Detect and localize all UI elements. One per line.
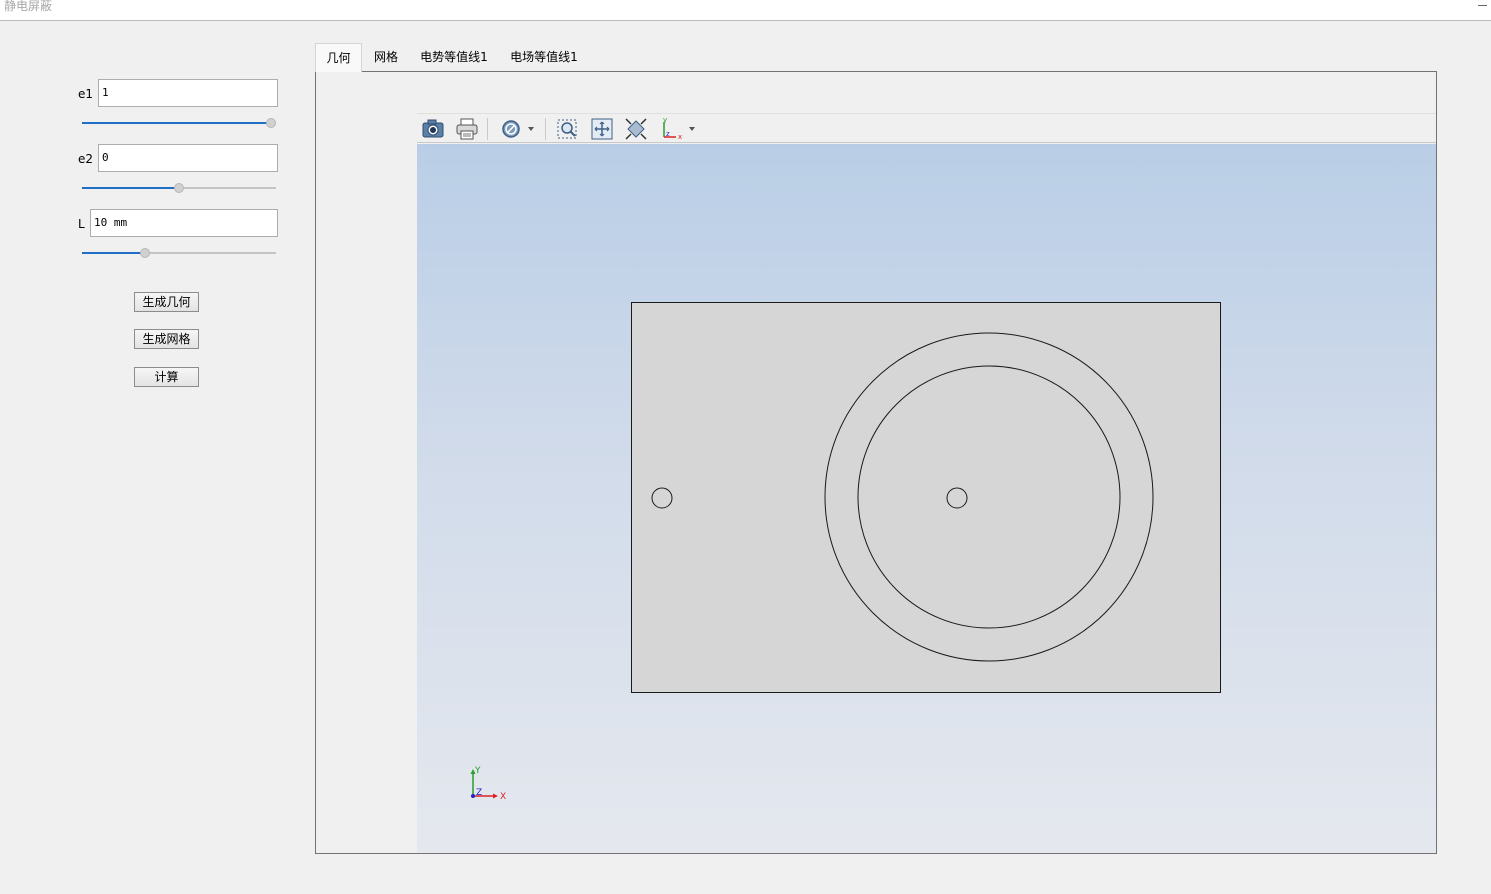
axis-y-label: Y [474,766,481,776]
no-entry-icon[interactable] [497,116,537,142]
view-fit-icon[interactable] [622,116,650,142]
window-title: 静电屏蔽 [4,0,53,13]
svg-text:y: y [663,116,667,124]
minimize-button[interactable] [1477,0,1489,12]
e2-slider[interactable] [82,182,276,194]
l-label: L [78,217,85,231]
toolbar-separator [487,118,488,140]
axis-orientation-icon[interactable]: y x z [658,116,698,142]
e1-input[interactable]: 1 [98,79,278,107]
axis-triad-icon: Y X Z [470,766,506,802]
generate-mesh-button[interactable]: 生成网格 [134,329,199,349]
axis-x-label: X [500,792,506,802]
slider-handle[interactable] [174,183,184,193]
e2-label: e2 [78,152,94,166]
tab-geometry[interactable]: 几何 [315,43,362,72]
zoom-box-icon[interactable] [554,116,582,142]
e1-slider[interactable] [82,117,276,129]
slider-handle[interactable] [266,118,276,128]
svg-text:x: x [678,133,682,141]
l-input[interactable]: 10 mm [90,209,278,237]
l-slider[interactable] [82,247,276,259]
e2-input[interactable]: 0 [98,144,278,172]
slider-handle[interactable] [140,248,150,258]
compute-button[interactable]: 计算 [134,367,199,387]
print-icon[interactable] [453,116,481,142]
generate-geometry-button[interactable]: 生成几何 [134,292,199,312]
slider-fill [82,187,179,189]
graphics-viewport[interactable]: Y X Z [417,144,1436,853]
toolbar-separator [545,118,546,140]
tab-field-contour[interactable]: 电场等值线1 [502,43,586,72]
title-bar: 静电屏蔽 [0,0,1491,21]
slider-fill [82,252,145,254]
geometry-canvas [631,302,1221,693]
domain-rectangle [631,302,1221,693]
zoom-extents-icon[interactable] [588,116,616,142]
graphics-toolbar: y x z [417,113,1436,143]
svg-text:z: z [666,130,670,138]
e1-label: e1 [78,87,94,101]
tab-potential-contour[interactable]: 电势等值线1 [412,43,496,72]
tab-mesh[interactable]: 网格 [363,43,409,72]
axis-z-label: Z [476,788,482,798]
camera-icon[interactable] [419,116,447,142]
slider-fill [82,122,271,124]
